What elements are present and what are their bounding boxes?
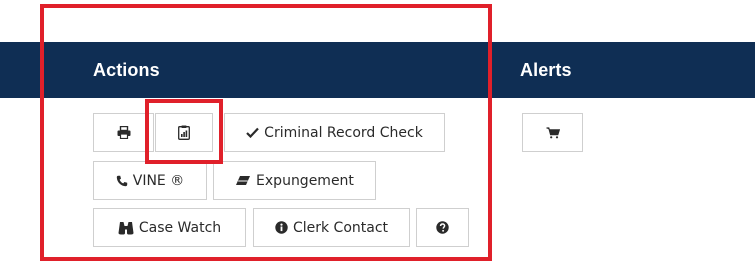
- vine-button[interactable]: VINE ®: [93, 161, 207, 200]
- case-watch-button[interactable]: Case Watch: [93, 208, 246, 247]
- alerts-heading: Alerts: [520, 60, 572, 80]
- report-button[interactable]: [155, 113, 213, 152]
- criminal-record-check-button[interactable]: Criminal Record Check: [224, 113, 445, 152]
- info-circle-icon: [275, 221, 288, 234]
- actions-heading: Actions: [93, 60, 160, 80]
- eraser-icon: [235, 175, 251, 186]
- print-icon: [117, 126, 131, 139]
- question-circle-icon: [436, 221, 449, 234]
- expungement-button[interactable]: Expungement: [213, 161, 376, 200]
- shopping-cart-icon: [546, 126, 560, 139]
- clipboard-report-icon: [178, 125, 190, 140]
- vine-label: VINE ®: [132, 172, 185, 189]
- cart-button[interactable]: [522, 113, 583, 152]
- checkmark-icon: [246, 127, 259, 138]
- help-button[interactable]: [416, 208, 469, 247]
- section-header-bar: Actions Alerts: [0, 42, 755, 98]
- criminal-record-check-label: Criminal Record Check: [264, 124, 423, 141]
- print-button[interactable]: [93, 113, 154, 152]
- clerk-contact-label: Clerk Contact: [292, 219, 389, 236]
- binoculars-icon: [118, 221, 134, 235]
- expungement-label: Expungement: [256, 172, 354, 189]
- clerk-contact-button[interactable]: Clerk Contact: [253, 208, 410, 247]
- phone-icon: [116, 175, 128, 187]
- case-watch-label: Case Watch: [138, 219, 222, 236]
